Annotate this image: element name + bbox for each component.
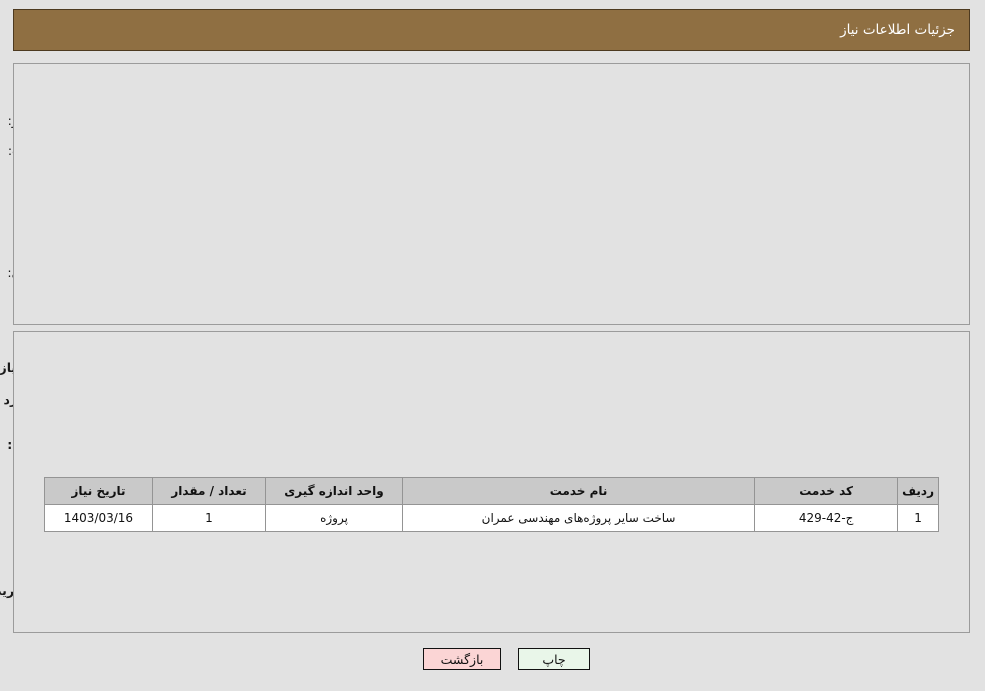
column-header-service-code: کد خدمت (755, 477, 900, 505)
back-button[interactable]: بازگشت (424, 648, 502, 670)
column-header-service-name: نام خدمت (402, 477, 757, 505)
need-summary-panel (14, 63, 971, 325)
cell-unit: پروژه (266, 504, 404, 532)
cell-row: 1 (898, 504, 940, 532)
services-table: ردیف کد خدمت نام خدمت واحد اندازه گیری ت… (45, 477, 940, 532)
page-title: جزئیات اطلاعات نیاز (841, 22, 956, 38)
print-button[interactable]: چاپ (519, 648, 591, 670)
page-root: AriaTender.net جزئیات اطلاعات نیاز شماره… (0, 0, 985, 691)
page-title-bar: جزئیات اطلاعات نیاز (14, 9, 971, 51)
column-header-need-date: تاریخ نیاز (45, 477, 154, 505)
column-header-row: ردیف (898, 477, 940, 505)
cell-need-date: 1403/03/16 (45, 504, 154, 532)
table-header-row: ردیف کد خدمت نام خدمت واحد اندازه گیری ت… (45, 477, 940, 505)
cell-service-code: ج-42-429 (755, 504, 900, 532)
column-header-unit: واحد اندازه گیری (266, 477, 404, 505)
column-header-quantity: تعداد / مقدار (153, 477, 267, 505)
cell-quantity: 1 (153, 504, 267, 532)
services-table-wrap: ردیف کد خدمت نام خدمت واحد اندازه گیری ت… (45, 477, 940, 532)
table-row[interactable]: 1 ج-42-429 ساخت سایر پروژه‌های مهندسی عم… (45, 504, 940, 532)
cell-service-name: ساخت سایر پروژه‌های مهندسی عمران (402, 504, 757, 532)
